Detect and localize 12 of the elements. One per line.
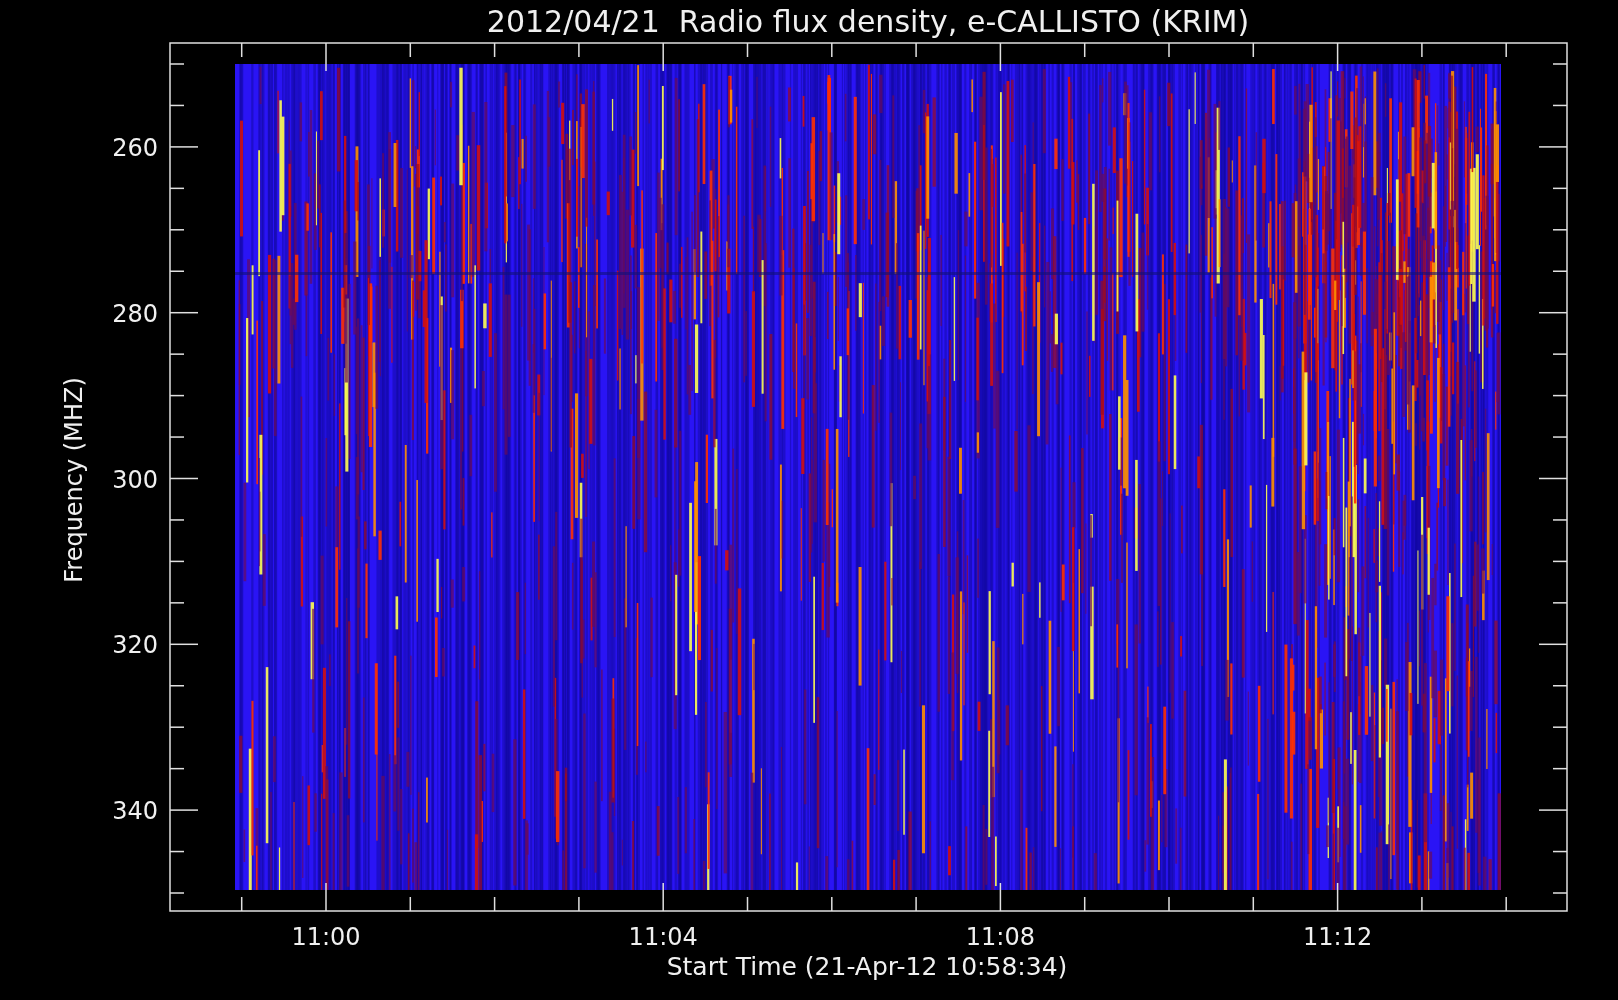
y-tick-label: 280: [112, 299, 158, 328]
y-tick-label: 320: [112, 631, 158, 660]
y-tick-label: 300: [112, 465, 158, 494]
x-tick-label: 11:12: [1303, 923, 1373, 951]
y-axis-label: Frequency (MHZ): [60, 377, 88, 583]
x-tick-label: 11:08: [965, 923, 1035, 951]
y-tick-label: 340: [112, 797, 158, 826]
y-tick-label: 260: [112, 133, 158, 162]
x-tick-label: 11:04: [628, 923, 698, 951]
x-axis-label: Start Time (21-Apr-12 10:58:34): [666, 952, 1068, 981]
chart-title: 2012/04/21 Radio flux density, e-CALLISTO (KRIM): [486, 4, 1250, 39]
x-tick-label: 11:00: [291, 923, 361, 951]
